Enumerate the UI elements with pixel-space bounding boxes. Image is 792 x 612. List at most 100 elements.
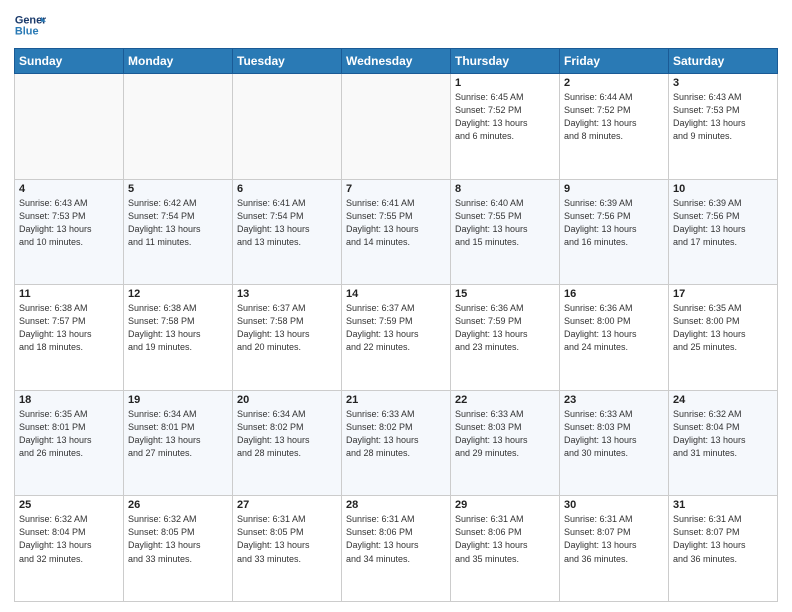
day-number: 7: [346, 183, 446, 195]
day-number: 26: [128, 499, 228, 511]
day-info: Sunrise: 6:43 AM Sunset: 7:53 PM Dayligh…: [19, 197, 119, 249]
calendar-cell: 20 Sunrise: 6:34 AM Sunset: 8:02 PM Dayli…: [233, 390, 342, 496]
calendar-cell: 6 Sunrise: 6:41 AM Sunset: 7:54 PM Daylig…: [233, 179, 342, 285]
day-number: 15: [455, 288, 555, 300]
calendar-cell: 1 Sunrise: 6:45 AM Sunset: 7:52 PM Daylig…: [451, 74, 560, 180]
day-number: 25: [19, 499, 119, 511]
calendar-cell: 3 Sunrise: 6:43 AM Sunset: 7:53 PM Daylig…: [669, 74, 778, 180]
calendar-cell: 9Sunrise: 6:39 AM Sunset: 7:56 PM Daylig…: [560, 179, 669, 285]
calendar-cell: 22 Sunrise: 6:33 AM Sunset: 8:03 PM Dayli…: [451, 390, 560, 496]
weekday-header: Sunday: [15, 49, 124, 74]
day-number: 1: [455, 77, 555, 89]
day-info: Sunrise: 6:31 AM Sunset: 8:07 PM Dayligh…: [564, 513, 664, 565]
calendar-cell: 10 Sunrise: 6:39 AM Sunset: 7:56 PM Dayli…: [669, 179, 778, 285]
day-info: Sunrise: 6:39 AM Sunset: 7:56 PM Dayligh…: [673, 197, 773, 249]
weekday-header: Saturday: [669, 49, 778, 74]
weekday-header: Wednesday: [342, 49, 451, 74]
day-number: 30: [564, 499, 664, 511]
day-info: Sunrise: 6:34 AM Sunset: 8:01 PM Dayligh…: [128, 408, 228, 460]
day-info: Sunrise: 6:32 AM Sunset: 8:04 PM Dayligh…: [673, 408, 773, 460]
day-number: 28: [346, 499, 446, 511]
calendar-cell: 27 Sunrise: 6:31 AM Sunset: 8:05 PM Dayli…: [233, 496, 342, 602]
calendar-cell: 23 Sunrise: 6:33 AM Sunset: 8:03 PM Dayli…: [560, 390, 669, 496]
day-info: Sunrise: 6:43 AM Sunset: 7:53 PM Dayligh…: [673, 91, 773, 143]
day-info: Sunrise: 6:38 AM Sunset: 7:58 PM Dayligh…: [128, 302, 228, 354]
day-info: Sunrise: 6:45 AM Sunset: 7:52 PM Dayligh…: [455, 91, 555, 143]
logo-icon: General Blue: [14, 10, 46, 42]
day-info: Sunrise: 6:41 AM Sunset: 7:55 PM Dayligh…: [346, 197, 446, 249]
day-number: 23: [564, 394, 664, 406]
calendar-table: SundayMondayTuesdayWednesdayThursdayFrid…: [14, 48, 778, 602]
day-info: Sunrise: 6:37 AM Sunset: 7:59 PM Dayligh…: [346, 302, 446, 354]
calendar-cell: 8Sunrise: 6:40 AM Sunset: 7:55 PM Daylig…: [451, 179, 560, 285]
page: General Blue SundayMondayTuesdayWednesda…: [0, 0, 792, 612]
day-number: 9: [564, 183, 664, 195]
day-info: Sunrise: 6:33 AM Sunset: 8:03 PM Dayligh…: [455, 408, 555, 460]
day-info: Sunrise: 6:36 AM Sunset: 8:00 PM Dayligh…: [564, 302, 664, 354]
calendar-cell: 11 Sunrise: 6:38 AM Sunset: 7:57 PM Dayli…: [15, 285, 124, 391]
day-info: Sunrise: 6:37 AM Sunset: 7:58 PM Dayligh…: [237, 302, 337, 354]
calendar-cell: 29 Sunrise: 6:31 AM Sunset: 8:06 PM Dayli…: [451, 496, 560, 602]
day-info: Sunrise: 6:38 AM Sunset: 7:57 PM Dayligh…: [19, 302, 119, 354]
calendar-cell: 17 Sunrise: 6:35 AM Sunset: 8:00 PM Dayli…: [669, 285, 778, 391]
day-number: 6: [237, 183, 337, 195]
day-info: Sunrise: 6:36 AM Sunset: 7:59 PM Dayligh…: [455, 302, 555, 354]
day-number: 17: [673, 288, 773, 300]
day-number: 14: [346, 288, 446, 300]
calendar-cell: 15 Sunrise: 6:36 AM Sunset: 7:59 PM Dayli…: [451, 285, 560, 391]
day-number: 31: [673, 499, 773, 511]
day-number: 5: [128, 183, 228, 195]
day-number: 18: [19, 394, 119, 406]
logo: General Blue: [14, 10, 46, 42]
day-number: 11: [19, 288, 119, 300]
day-number: 8: [455, 183, 555, 195]
day-info: Sunrise: 6:35 AM Sunset: 8:00 PM Dayligh…: [673, 302, 773, 354]
calendar-cell: 5 Sunrise: 6:42 AM Sunset: 7:54 PM Daylig…: [124, 179, 233, 285]
calendar-cell: 19 Sunrise: 6:34 AM Sunset: 8:01 PM Dayli…: [124, 390, 233, 496]
day-info: Sunrise: 6:31 AM Sunset: 8:06 PM Dayligh…: [346, 513, 446, 565]
calendar-cell: 24 Sunrise: 6:32 AM Sunset: 8:04 PM Dayli…: [669, 390, 778, 496]
calendar-cell: 7 Sunrise: 6:41 AM Sunset: 7:55 PM Daylig…: [342, 179, 451, 285]
calendar-cell: 2 Sunrise: 6:44 AM Sunset: 7:52 PM Daylig…: [560, 74, 669, 180]
day-number: 19: [128, 394, 228, 406]
day-info: Sunrise: 6:44 AM Sunset: 7:52 PM Dayligh…: [564, 91, 664, 143]
day-number: 4: [19, 183, 119, 195]
weekday-header: Friday: [560, 49, 669, 74]
day-number: 21: [346, 394, 446, 406]
calendar-cell: [233, 74, 342, 180]
day-info: Sunrise: 6:41 AM Sunset: 7:54 PM Dayligh…: [237, 197, 337, 249]
day-info: Sunrise: 6:42 AM Sunset: 7:54 PM Dayligh…: [128, 197, 228, 249]
calendar-cell: 21 Sunrise: 6:33 AM Sunset: 8:02 PM Dayli…: [342, 390, 451, 496]
day-info: Sunrise: 6:33 AM Sunset: 8:03 PM Dayligh…: [564, 408, 664, 460]
day-number: 24: [673, 394, 773, 406]
day-info: Sunrise: 6:34 AM Sunset: 8:02 PM Dayligh…: [237, 408, 337, 460]
day-info: Sunrise: 6:32 AM Sunset: 8:05 PM Dayligh…: [128, 513, 228, 565]
calendar-cell: 12Sunrise: 6:38 AM Sunset: 7:58 PM Dayli…: [124, 285, 233, 391]
day-number: 3: [673, 77, 773, 89]
svg-text:Blue: Blue: [15, 25, 39, 37]
calendar-cell: 31 Sunrise: 6:31 AM Sunset: 8:07 PM Dayli…: [669, 496, 778, 602]
day-info: Sunrise: 6:31 AM Sunset: 8:06 PM Dayligh…: [455, 513, 555, 565]
day-info: Sunrise: 6:31 AM Sunset: 8:07 PM Dayligh…: [673, 513, 773, 565]
day-number: 29: [455, 499, 555, 511]
day-number: 10: [673, 183, 773, 195]
calendar-cell: 16Sunrise: 6:36 AM Sunset: 8:00 PM Dayli…: [560, 285, 669, 391]
calendar-cell: 30 Sunrise: 6:31 AM Sunset: 8:07 PM Dayli…: [560, 496, 669, 602]
day-number: 27: [237, 499, 337, 511]
weekday-header: Thursday: [451, 49, 560, 74]
calendar-cell: [15, 74, 124, 180]
calendar-cell: 14 Sunrise: 6:37 AM Sunset: 7:59 PM Dayli…: [342, 285, 451, 391]
day-info: Sunrise: 6:32 AM Sunset: 8:04 PM Dayligh…: [19, 513, 119, 565]
weekday-header: Monday: [124, 49, 233, 74]
calendar-cell: [342, 74, 451, 180]
calendar-cell: 18Sunrise: 6:35 AM Sunset: 8:01 PM Dayli…: [15, 390, 124, 496]
calendar-cell: 4 Sunrise: 6:43 AM Sunset: 7:53 PM Daylig…: [15, 179, 124, 285]
day-number: 13: [237, 288, 337, 300]
calendar-cell: 26 Sunrise: 6:32 AM Sunset: 8:05 PM Dayli…: [124, 496, 233, 602]
day-number: 20: [237, 394, 337, 406]
day-info: Sunrise: 6:33 AM Sunset: 8:02 PM Dayligh…: [346, 408, 446, 460]
calendar-cell: [124, 74, 233, 180]
day-number: 2: [564, 77, 664, 89]
day-info: Sunrise: 6:31 AM Sunset: 8:05 PM Dayligh…: [237, 513, 337, 565]
day-number: 22: [455, 394, 555, 406]
